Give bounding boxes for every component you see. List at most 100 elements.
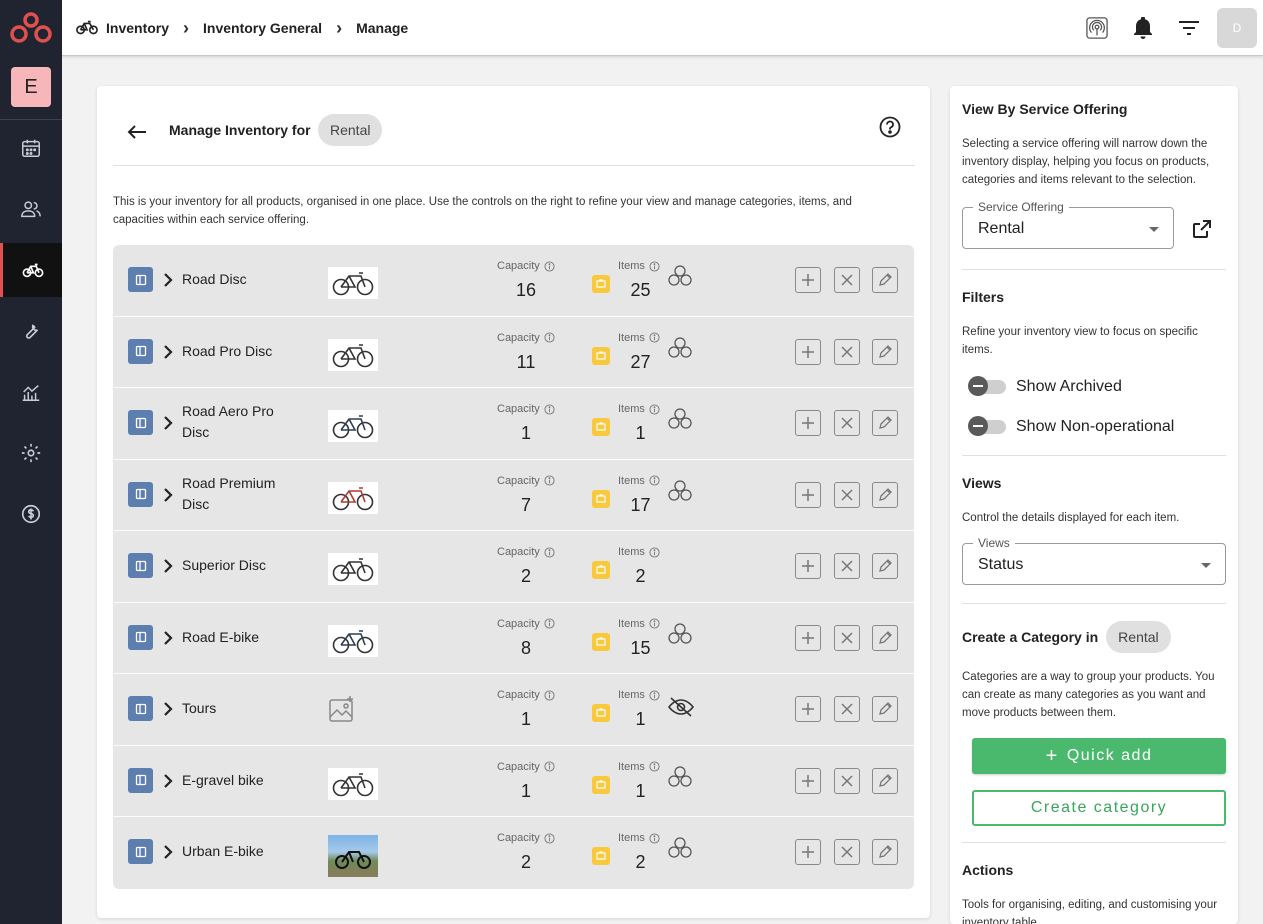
info-icon[interactable] bbox=[544, 618, 555, 629]
sidebar-item-inventory[interactable] bbox=[0, 243, 62, 297]
show-archived-toggle[interactable]: Show Archived bbox=[968, 376, 1122, 396]
edit-button[interactable] bbox=[872, 624, 898, 651]
product-image[interactable] bbox=[328, 338, 378, 371]
info-icon[interactable] bbox=[649, 689, 660, 701]
archive-button[interactable] bbox=[834, 267, 860, 293]
edit-button[interactable] bbox=[872, 839, 898, 865]
category-icon[interactable] bbox=[128, 410, 153, 435]
app-logo[interactable] bbox=[10, 12, 52, 44]
expand-chevron-icon[interactable] bbox=[163, 272, 173, 293]
service-offering-select[interactable]: Service Offering Rental bbox=[962, 200, 1174, 249]
expand-chevron-icon[interactable] bbox=[163, 630, 173, 651]
filter-button[interactable] bbox=[1171, 8, 1207, 48]
category-name[interactable]: Road E-bike bbox=[182, 627, 302, 648]
visibility-off-icon[interactable] bbox=[667, 697, 695, 722]
edit-button[interactable] bbox=[872, 696, 898, 722]
show-nonoperational-toggle[interactable]: Show Non-operational bbox=[968, 416, 1174, 436]
category-icon[interactable] bbox=[128, 338, 153, 364]
expand-chevron-icon[interactable] bbox=[163, 344, 173, 365]
sidebar-item-billing[interactable] bbox=[0, 487, 62, 541]
table-row[interactable]: Road Disc Capacity 16 Items 25 bbox=[113, 245, 914, 317]
group-status-icon[interactable] bbox=[667, 836, 693, 865]
workspace-avatar[interactable]: E bbox=[11, 67, 51, 107]
category-icon[interactable] bbox=[128, 839, 153, 864]
add-item-button[interactable] bbox=[795, 267, 821, 293]
info-icon[interactable] bbox=[544, 260, 555, 272]
sidebar-item-calendar[interactable] bbox=[0, 121, 62, 175]
add-item-button[interactable] bbox=[795, 481, 821, 508]
table-row[interactable]: Urban E-bike Capacity 2 Items 2 bbox=[113, 817, 914, 889]
product-image[interactable] bbox=[328, 835, 378, 877]
back-button[interactable] bbox=[123, 118, 151, 146]
product-image[interactable] bbox=[328, 553, 378, 585]
add-item-button[interactable] bbox=[795, 410, 821, 436]
expand-chevron-icon[interactable] bbox=[163, 487, 173, 508]
category-name[interactable]: Superior Disc bbox=[182, 555, 302, 576]
archive-button[interactable] bbox=[834, 624, 860, 651]
category-icon[interactable] bbox=[128, 624, 153, 650]
group-status-icon[interactable] bbox=[667, 336, 693, 365]
notifications-button[interactable] bbox=[1125, 8, 1161, 48]
add-item-button[interactable] bbox=[795, 553, 821, 579]
category-icon[interactable] bbox=[128, 267, 153, 292]
category-icon[interactable] bbox=[128, 553, 153, 578]
info-icon[interactable] bbox=[544, 832, 555, 844]
archive-button[interactable] bbox=[834, 767, 860, 794]
edit-button[interactable] bbox=[872, 767, 898, 794]
expand-chevron-icon[interactable] bbox=[163, 558, 173, 579]
info-icon[interactable] bbox=[649, 832, 660, 844]
category-name[interactable]: Road Premium Disc bbox=[182, 473, 302, 515]
category-name[interactable]: Tours bbox=[182, 698, 302, 719]
info-icon[interactable] bbox=[544, 546, 555, 558]
edit-button[interactable] bbox=[872, 338, 898, 365]
add-item-button[interactable] bbox=[795, 767, 821, 794]
table-row[interactable]: Road Premium Disc Capacity 7 Items 17 bbox=[113, 460, 914, 531]
info-icon[interactable] bbox=[544, 689, 555, 701]
info-icon[interactable] bbox=[544, 761, 555, 772]
product-image[interactable] bbox=[328, 767, 378, 800]
archive-button[interactable] bbox=[834, 338, 860, 365]
table-row[interactable]: Tours Capacity 1 Items 1 bbox=[113, 674, 914, 746]
add-item-button[interactable] bbox=[795, 338, 821, 365]
category-name[interactable]: Road Disc bbox=[182, 269, 302, 290]
user-avatar[interactable]: D bbox=[1217, 8, 1257, 48]
info-icon[interactable] bbox=[649, 260, 660, 272]
edit-button[interactable] bbox=[872, 410, 898, 436]
views-select[interactable]: Views Status bbox=[962, 536, 1226, 585]
help-button[interactable] bbox=[879, 116, 901, 143]
breadcrumb-item-inventory-general[interactable]: Inventory General bbox=[203, 20, 322, 36]
edit-button[interactable] bbox=[872, 553, 898, 579]
group-status-icon[interactable] bbox=[667, 264, 693, 293]
product-image[interactable] bbox=[328, 267, 378, 299]
info-icon[interactable] bbox=[544, 403, 555, 415]
add-item-button[interactable] bbox=[795, 624, 821, 651]
info-icon[interactable] bbox=[649, 761, 660, 772]
info-icon[interactable] bbox=[649, 475, 660, 486]
info-icon[interactable] bbox=[649, 332, 660, 343]
table-row[interactable]: Road E-bike Capacity 8 Items 15 bbox=[113, 603, 914, 674]
product-image[interactable] bbox=[328, 410, 378, 442]
edit-button[interactable] bbox=[872, 481, 898, 508]
info-icon[interactable] bbox=[649, 403, 660, 415]
sidebar-item-settings[interactable] bbox=[0, 426, 62, 480]
broadcast-button[interactable] bbox=[1079, 8, 1115, 48]
sidebar-item-analytics[interactable] bbox=[0, 365, 62, 419]
archive-button[interactable] bbox=[834, 839, 860, 865]
create-category-button[interactable]: Create category bbox=[972, 790, 1226, 826]
open-external-button[interactable] bbox=[1192, 219, 1212, 244]
category-name[interactable]: Road Pro Disc bbox=[182, 341, 302, 362]
archive-button[interactable] bbox=[834, 481, 860, 508]
table-row[interactable]: Superior Disc Capacity 2 Items 2 bbox=[113, 531, 914, 603]
group-status-icon[interactable] bbox=[667, 765, 693, 794]
add-item-button[interactable] bbox=[795, 839, 821, 865]
category-name[interactable]: E-gravel bike bbox=[182, 770, 302, 791]
table-row[interactable]: E-gravel bike Capacity 1 Items 1 bbox=[113, 746, 914, 817]
expand-chevron-icon[interactable] bbox=[163, 415, 173, 436]
group-status-icon[interactable] bbox=[667, 622, 693, 651]
info-icon[interactable] bbox=[649, 618, 660, 629]
archive-button[interactable] bbox=[834, 410, 860, 436]
category-name[interactable]: Road Aero Pro Disc bbox=[182, 401, 302, 443]
quick-add-button[interactable]: + Quick add bbox=[972, 738, 1226, 774]
category-icon[interactable] bbox=[128, 696, 153, 721]
group-status-icon[interactable] bbox=[667, 479, 693, 508]
